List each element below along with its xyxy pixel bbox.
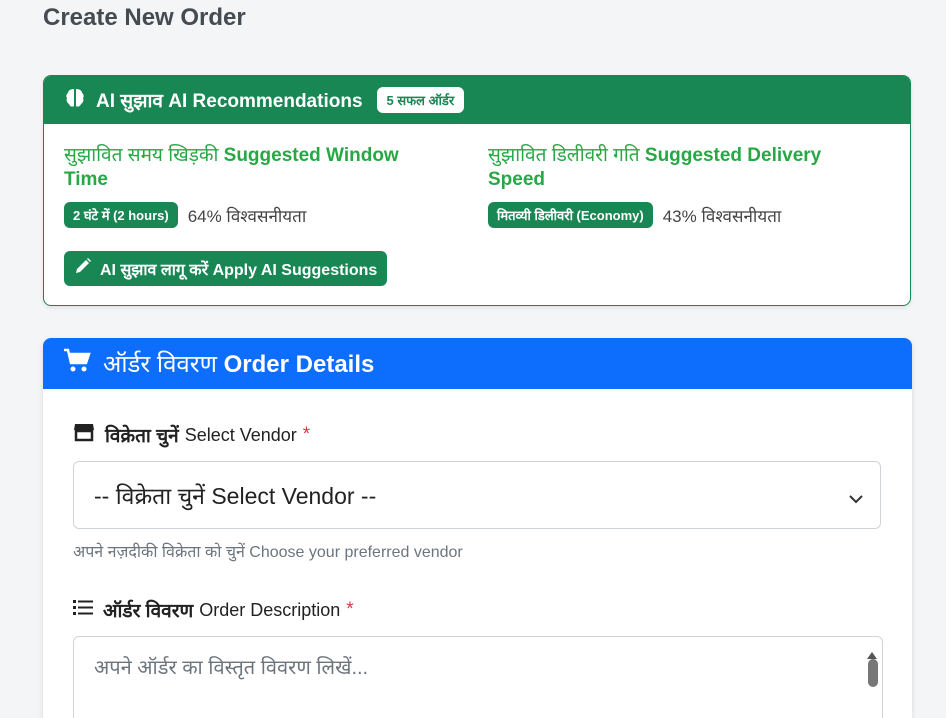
vendor-label: विक्रेता चुनें Select Vendor * — [73, 422, 310, 448]
suggested-speed: सुझावित डिलीवरी गति Suggested Delivery S… — [488, 144, 858, 228]
description-textarea[interactable]: अपने ऑर्डर का विस्तृत विवरण लिखें... — [73, 636, 883, 718]
description-label-hi: ऑर्डर विवरण — [103, 601, 194, 622]
ai-recommendations-card: AI सुझाव AI Recommendations 5 सफल ऑर्डर … — [43, 75, 911, 306]
apply-ai-suggestions-label: AI सुझाव लागू करें Apply AI Suggestions — [100, 261, 378, 279]
textarea-scrollbar[interactable] — [864, 637, 882, 718]
suggested-window-title: सुझावित समय खिड़की Suggested Window Time — [64, 144, 434, 192]
description-placeholder: अपने ऑर्डर का विस्तृत विवरण लिखें... — [94, 657, 369, 679]
successful-orders-badge: 5 सफल ऑर्डर — [376, 87, 465, 113]
store-icon — [73, 422, 95, 448]
page-title: Create New Order — [43, 4, 246, 31]
vendor-help-text: अपने नज़दीकी विक्रेता को चुनें Choose yo… — [73, 544, 463, 561]
brain-icon — [64, 87, 86, 114]
apply-ai-suggestions-button[interactable]: AI सुझाव लागू करें Apply AI Suggestions — [64, 251, 388, 286]
description-required-mark: * — [346, 599, 354, 620]
order-details-title: ऑर्डर विवरण Order Details — [103, 347, 374, 380]
order-details-header: ऑर्डर विवरण Order Details — [43, 338, 912, 389]
vendor-select-value: -- विक्रेता चुनें Select Vendor -- — [94, 483, 377, 509]
list-icon — [73, 598, 93, 622]
suggested-window-title-hi: सुझावित समय खिड़की — [64, 145, 219, 166]
suggested-speed-title: सुझावित डिलीवरी गति Suggested Delivery S… — [488, 144, 858, 192]
pencil-icon — [74, 257, 92, 280]
ai-card-title: AI सुझाव AI Recommendations — [96, 91, 363, 112]
suggested-speed-confidence: 43% विश्वसनीयता — [662, 206, 782, 226]
cart-icon — [63, 348, 91, 379]
suggested-speed-title-hi: सुझावित डिलीवरी गति — [488, 145, 640, 166]
suggested-window-confidence: 64% विश्वसनीयता — [187, 206, 307, 226]
description-label: ऑर्डर विवरण Order Description * — [73, 597, 354, 623]
ai-card-body: सुझावित समय खिड़की Suggested Window Time… — [44, 124, 910, 305]
suggested-window: सुझावित समय खिड़की Suggested Window Time… — [64, 144, 434, 228]
vendor-select[interactable]: -- विक्रेता चुनें Select Vendor -- — [73, 461, 881, 529]
vendor-label-hi: विक्रेता चुनें — [105, 426, 179, 447]
suggested-window-value: 2 घंटे में (2 hours) — [64, 202, 178, 228]
order-details-title-hi: ऑर्डर विवरण — [103, 351, 217, 378]
order-details-title-en: Order Details — [223, 351, 375, 378]
description-label-en: Order Description — [199, 599, 341, 620]
chevron-down-icon — [848, 486, 864, 513]
scroll-thumb[interactable] — [868, 659, 878, 687]
vendor-label-en: Select Vendor — [184, 424, 297, 445]
suggested-speed-value: मितव्यी डिलीवरी (Economy) — [488, 202, 653, 228]
order-details-card: ऑर्डर विवरण Order Details विक्रेता चुनें… — [43, 338, 912, 718]
ai-card-header: AI सुझाव AI Recommendations 5 सफल ऑर्डर — [44, 76, 910, 124]
vendor-required-mark: * — [302, 424, 311, 445]
